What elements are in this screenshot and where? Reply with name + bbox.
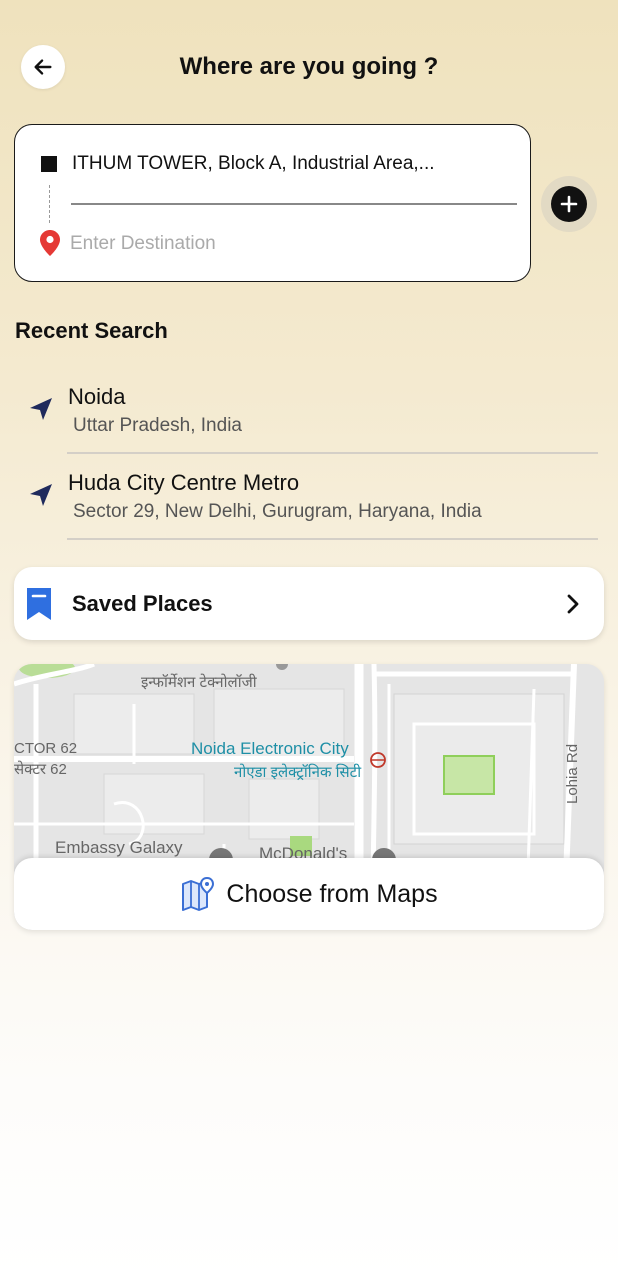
saved-places-button[interactable]: Saved Places	[14, 567, 604, 640]
map-label: नोएडा इलेक्ट्रॉनिक सिटी	[234, 764, 362, 781]
divider	[67, 538, 598, 540]
map-label: CTOR 62	[14, 740, 78, 757]
navigation-arrow-icon	[30, 484, 52, 506]
pickup-field[interactable]: ITHUM TOWER, Block A, Industrial Area,..…	[72, 153, 435, 175]
map-label: इन्फॉर्मेशन टेक्नोलॉजी	[141, 674, 257, 691]
map-label: Noida Electronic City	[191, 739, 349, 758]
add-stop-button[interactable]	[541, 176, 597, 232]
navigation-arrow-icon	[30, 398, 52, 420]
recent-item-name: Huda City Centre Metro	[68, 470, 300, 495]
map-label: Lohia Rd	[564, 743, 581, 804]
choose-from-maps-label: Choose from Maps	[226, 879, 438, 908]
page-title: Where are you going ?	[179, 53, 439, 80]
square-icon	[41, 156, 57, 172]
chevron-right-icon	[567, 594, 579, 614]
location-card: ITHUM TOWER, Block A, Industrial Area,..…	[14, 124, 531, 282]
divider	[71, 203, 517, 205]
plus-icon	[560, 195, 578, 213]
map-pin-icon	[40, 230, 60, 256]
recent-item-noida[interactable]: Noida Uttar Pradesh, India	[0, 372, 618, 458]
recent-item-huda-city-centre[interactable]: Huda City Centre Metro Sector 29, New De…	[0, 458, 618, 544]
map-label: Embassy Galaxy	[55, 838, 183, 857]
recent-item-address: Sector 29, New Delhi, Gurugram, Haryana,…	[73, 501, 482, 522]
saved-places-label: Saved Places	[72, 591, 213, 616]
destination-input[interactable]	[70, 229, 490, 259]
choose-from-maps-button[interactable]: Choose from Maps	[14, 858, 604, 930]
recent-item-name: Noida	[68, 384, 126, 409]
map-label: सेक्टर 62	[14, 761, 67, 778]
recent-search-title: Recent Search	[15, 318, 168, 343]
route-dotted-line	[49, 185, 50, 223]
recent-item-address: Uttar Pradesh, India	[73, 415, 242, 436]
divider	[67, 452, 598, 454]
map-preview[interactable]: इन्फॉर्मेशन टेक्नोलॉजी CTOR 62 सेक्टर 62…	[14, 664, 604, 930]
map-pin-icon	[182, 876, 215, 911]
bookmark-icon	[27, 588, 51, 620]
